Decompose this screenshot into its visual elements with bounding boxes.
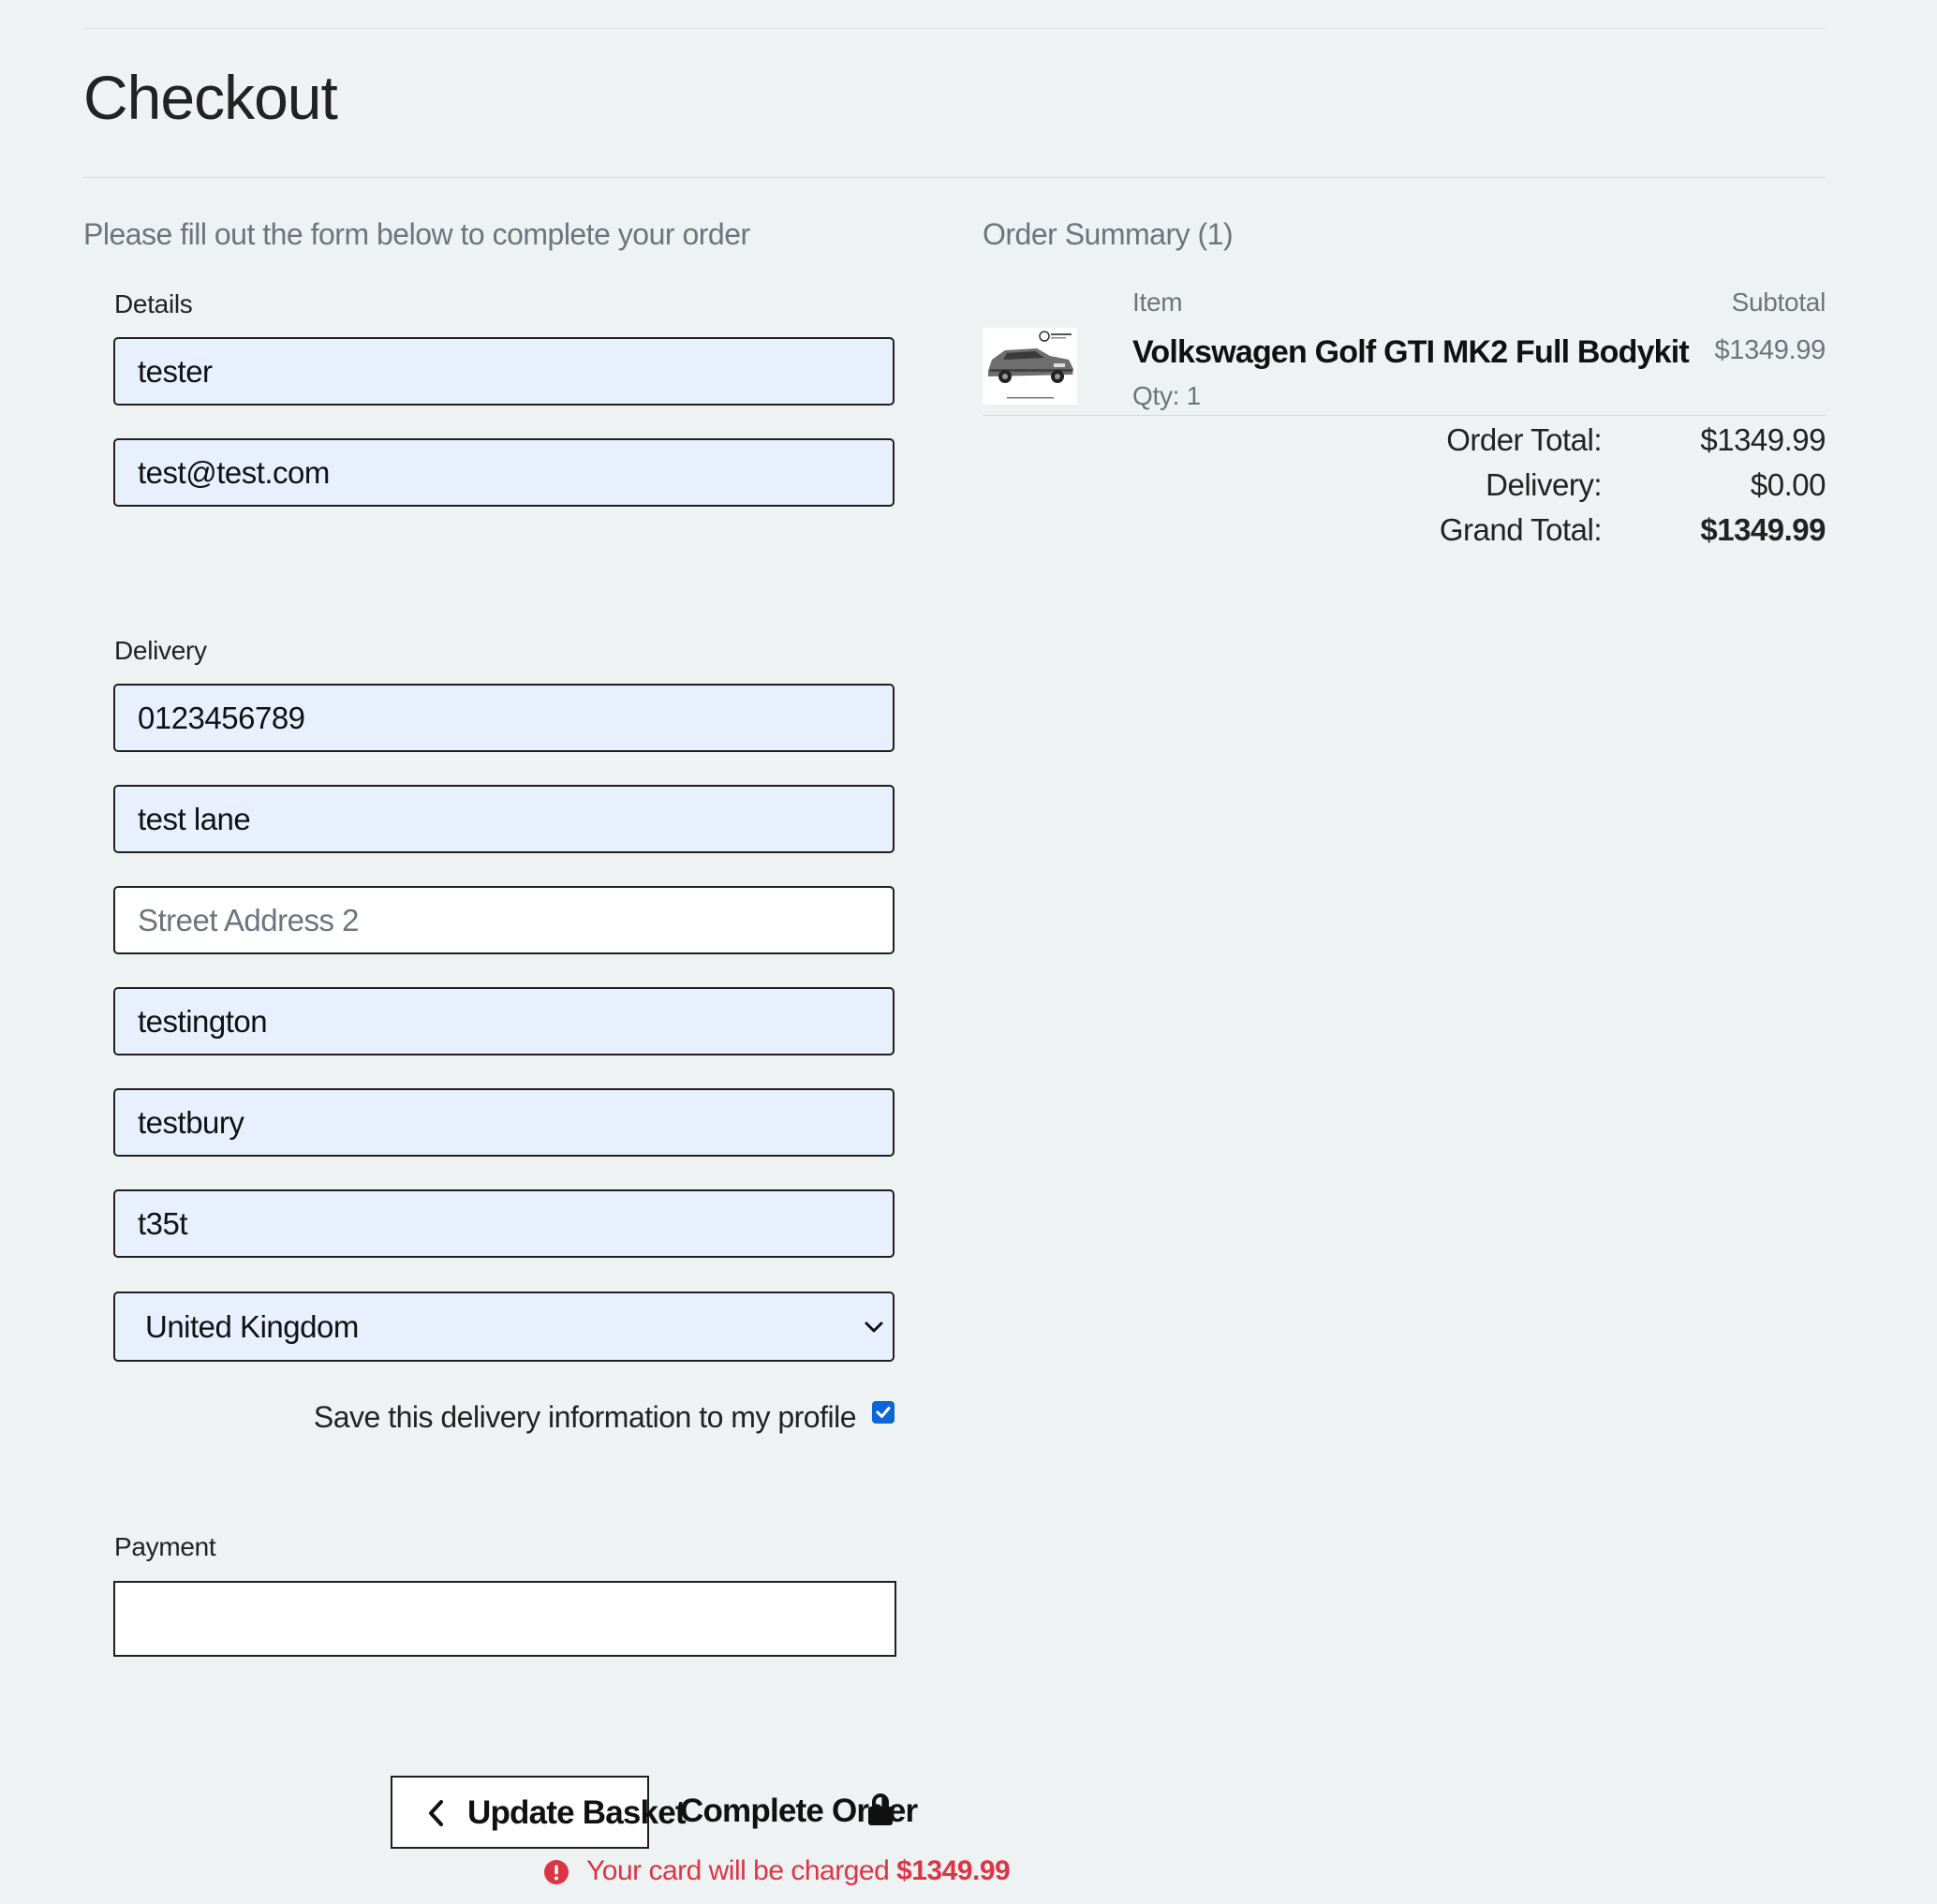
charge-notice-prefix: Your card will be charged bbox=[586, 1855, 897, 1886]
payment-legend: Payment bbox=[114, 1532, 216, 1561]
chevron-left-icon bbox=[429, 1800, 443, 1826]
street-address-1-input[interactable] bbox=[113, 785, 895, 853]
county-input[interactable] bbox=[113, 1088, 895, 1157]
delivery-legend: Delivery bbox=[114, 636, 207, 665]
full-name-input[interactable] bbox=[113, 337, 895, 406]
email-input[interactable] bbox=[113, 438, 895, 507]
title-divider bbox=[83, 177, 1826, 178]
town-or-city-input[interactable] bbox=[113, 987, 895, 1055]
delivery-cost-label: Delivery: bbox=[1486, 467, 1602, 502]
update-basket-label: Update Basket bbox=[467, 1794, 687, 1831]
card-element[interactable] bbox=[113, 1581, 896, 1657]
grand-total-value: $1349.99 bbox=[1700, 512, 1826, 547]
order-total-value: $1349.99 bbox=[1700, 422, 1826, 457]
checkmark-icon bbox=[876, 1407, 891, 1418]
country-select[interactable]: United Kingdom bbox=[113, 1291, 895, 1362]
header-divider bbox=[83, 28, 1826, 29]
grand-total-label: Grand Total: bbox=[1439, 512, 1603, 547]
update-basket-button[interactable]: Update Basket bbox=[391, 1776, 687, 1849]
charge-notice-text: Your card will be charged $1349.99 bbox=[586, 1852, 1011, 1890]
delivery-cost-value: $0.00 bbox=[1750, 467, 1826, 502]
chevron-down-icon bbox=[865, 1321, 883, 1333]
save-info-checkbox[interactable] bbox=[872, 1401, 895, 1424]
product-quantity: Qty: 1 bbox=[1132, 381, 1201, 410]
charge-amount: $1349.99 bbox=[896, 1855, 1011, 1886]
postcode-input[interactable] bbox=[113, 1189, 895, 1258]
order-total-label: Order Total: bbox=[1446, 422, 1602, 457]
column-header-item: Item bbox=[1132, 288, 1183, 317]
product-image bbox=[983, 328, 1077, 405]
complete-order-button[interactable]: Complete Order bbox=[673, 1776, 918, 1849]
product-subtotal: $1349.99 bbox=[1714, 335, 1826, 365]
product-name: Volkswagen Golf GTI MK2 Full Bodykit bbox=[1132, 334, 1690, 370]
save-info-label: Save this delivery information to my pro… bbox=[313, 1400, 857, 1434]
summary-divider bbox=[983, 415, 1826, 416]
exclamation-circle-icon bbox=[544, 1860, 569, 1884]
country-select-value: United Kingdom bbox=[145, 1309, 359, 1344]
column-header-subtotal: Subtotal bbox=[1731, 288, 1826, 317]
lock-icon bbox=[868, 1793, 893, 1825]
page-title: Checkout bbox=[83, 63, 338, 132]
form-intro-text: Please fill out the form below to comple… bbox=[83, 217, 750, 251]
phone-number-input[interactable] bbox=[113, 684, 895, 752]
street-address-2-input[interactable] bbox=[113, 886, 895, 954]
details-legend: Details bbox=[114, 289, 193, 318]
order-summary-title: Order Summary (1) bbox=[983, 217, 1234, 251]
